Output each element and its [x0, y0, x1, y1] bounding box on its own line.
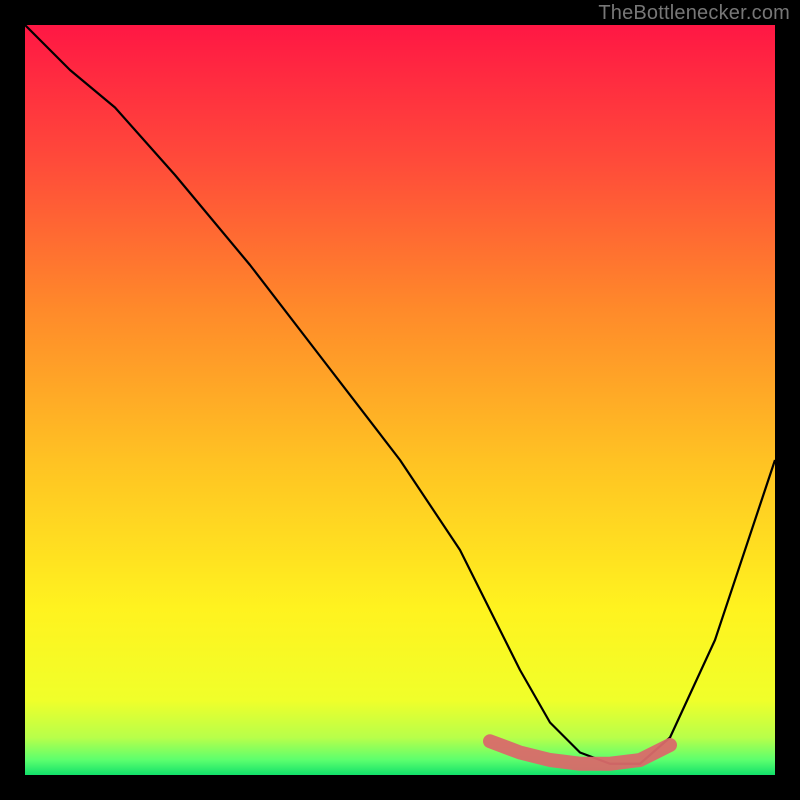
chart-frame: TheBottlenecker.com [0, 0, 800, 800]
chart-canvas [25, 25, 775, 775]
credit-label: TheBottlenecker.com [598, 2, 790, 25]
plot-area [25, 25, 775, 775]
gradient-background [25, 25, 775, 775]
